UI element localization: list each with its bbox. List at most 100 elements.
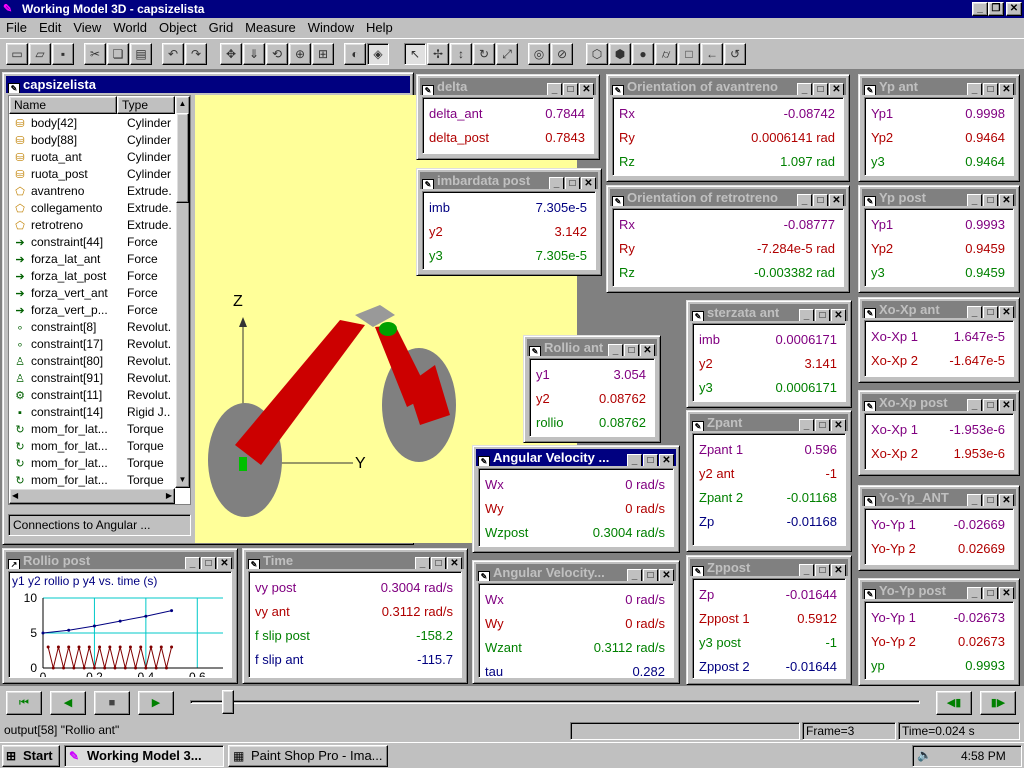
new-file-icon[interactable]: ▭ xyxy=(6,43,28,65)
close-icon[interactable]: ✕ xyxy=(581,177,596,189)
meter-title[interactable]: ✎ Orientation of avantreno _ □ ✕ xyxy=(610,78,846,95)
minimize-icon[interactable]: _ xyxy=(797,194,812,206)
meter-title[interactable]: ✎ Xo-Xp post _ □ ✕ xyxy=(862,394,1016,411)
list-item[interactable]: ➔ forza_lat_post Force xyxy=(13,268,157,285)
app-titlebar[interactable]: ✎ Working Model 3D - capsizelista _ ❐ ✕ xyxy=(0,0,1024,18)
close-icon[interactable]: ✕ xyxy=(217,557,232,569)
meter-title[interactable]: ✎ Yp ant _ □ ✕ xyxy=(862,78,1016,95)
list-item[interactable]: ⬠ retrotreno Extrude. xyxy=(13,217,171,234)
maximize-icon[interactable]: □ xyxy=(983,494,998,506)
cube-tool-icon[interactable]: □ xyxy=(678,43,700,65)
list-item[interactable]: ↻ mom_for_lat... Torque xyxy=(13,421,163,438)
meter-rollio-ant[interactable]: ✎ Rollio ant _ □ ✕ y1 3.054 y2 0.08762 rollio 0.08… xyxy=(523,335,661,443)
resize-tool-icon[interactable]: ⤢ xyxy=(496,43,518,65)
close-icon[interactable]: ✕ xyxy=(831,564,846,576)
shaded-render-icon[interactable]: ◐ xyxy=(344,43,366,65)
meter-imbardata[interactable]: ✎ imbardata post _ □ ✕ imb 7.305e-5 y2 3.142 y3 7.… xyxy=(416,168,602,276)
tape-back-icon[interactable]: ◀▮ xyxy=(936,691,972,715)
menu-edit[interactable]: Edit xyxy=(33,18,67,38)
maximize-icon[interactable]: □ xyxy=(815,564,830,576)
list-item[interactable]: ♙ constraint[80] Revolut. xyxy=(13,353,171,370)
maximize-icon[interactable]: □ xyxy=(643,569,658,581)
play-icon[interactable]: ▶ xyxy=(138,691,174,715)
list-item[interactable]: ⬠ collegamento Extrude. xyxy=(13,200,171,217)
save-disk-icon[interactable]: ▪ xyxy=(52,43,74,65)
meter-title[interactable]: ✎ imbardata post _ □ ✕ xyxy=(420,172,598,189)
maximize-icon[interactable]: □ xyxy=(983,399,998,411)
meter-title[interactable]: ✎ Yo-Yp post _ □ ✕ xyxy=(862,582,1016,599)
split-joint-icon[interactable]: ⊘ xyxy=(551,43,573,65)
meter-title[interactable]: ✎ Yo-Yp_ANT _ □ ✕ xyxy=(862,489,1016,506)
move-tool-icon[interactable]: ✢ xyxy=(427,43,449,65)
meter-title[interactable]: ✎ Zppost _ □ ✕ xyxy=(690,559,848,576)
cluster-tool-icon[interactable]: ⬢ xyxy=(609,43,631,65)
close-icon[interactable]: ✕ xyxy=(831,309,846,321)
meter-sterzata[interactable]: ✎ sterzata ant _ □ ✕ imb 0.0006171 y2 3.141 y3 0.0… xyxy=(686,300,852,408)
close-icon[interactable]: ✕ xyxy=(659,569,674,581)
list-item[interactable]: ∘ constraint[8] Revolut. xyxy=(13,319,171,336)
meter-time[interactable]: ✎ Time _ □ ✕ vy post 0.3004 rad/s vy ant 0.3112 … xyxy=(242,548,468,684)
close-icon[interactable]: ✕ xyxy=(831,419,846,431)
meter-title[interactable]: ✎ delta _ □ ✕ xyxy=(420,78,596,95)
meter-delta[interactable]: ✎ delta _ □ ✕ delta_ant 0.7844 delta_post 0.7843 xyxy=(416,74,600,160)
maximize-icon[interactable]: □ xyxy=(983,306,998,318)
joint-icon[interactable]: ◎ xyxy=(528,43,550,65)
meter-orient-ant[interactable]: ✎ Orientation of avantreno _ □ ✕ Rx -0.08742 Ry… xyxy=(606,74,850,182)
zoom-view-icon[interactable]: ⊕ xyxy=(289,43,311,65)
maximize-icon[interactable]: □ xyxy=(813,194,828,206)
meter-yo-post[interactable]: ✎ Yo-Yp post _ □ ✕ Yo-Yp 1 -0.02673 Yo-Yp 2 0.02… xyxy=(858,578,1020,686)
minimize-icon[interactable]: _ xyxy=(967,83,982,95)
list-item[interactable]: ⛁ body[42] Cylinder xyxy=(13,115,171,132)
task-working-model[interactable]: ✎ Working Model 3... xyxy=(64,745,224,767)
list-item[interactable]: ↻ mom_for_lat... Torque xyxy=(13,455,163,472)
menu-world[interactable]: World xyxy=(107,18,153,38)
meter-title[interactable]: ✎ Angular Velocity... _ □ ✕ xyxy=(476,564,676,581)
column-header-type[interactable]: Type xyxy=(117,96,175,114)
torque-tool-icon[interactable]: ↺ xyxy=(724,43,746,65)
meter-zpant[interactable]: ✎ Zpant _ □ ✕ Zpant 1 0.596 y2 ant -1 Zpant 2 -0.0… xyxy=(686,410,852,552)
meter-xo-ant[interactable]: ✎ Xo-Xp ant _ □ ✕ Xo-Xp 1 1.647e-5 Xo-Xp 2 -1.64… xyxy=(858,297,1020,383)
meter-title[interactable]: ✎ Time _ □ ✕ xyxy=(246,552,464,569)
minimize-icon[interactable]: _ xyxy=(415,557,430,569)
box-tool-icon[interactable]: ⬡ xyxy=(586,43,608,65)
close-icon[interactable]: ✕ xyxy=(999,494,1014,506)
maximize-icon[interactable]: □ xyxy=(643,454,658,466)
model-window[interactable]: ✎ capsizelista Name Type ⛁ body[42] Cylinde… xyxy=(2,72,577,545)
meter-angvel2[interactable]: ✎ Angular Velocity... _ □ ✕ Wx 0 rad/s Wy 0 rad/… xyxy=(472,560,680,684)
timeline-track[interactable] xyxy=(190,700,920,704)
start-button[interactable]: ⊞ Start xyxy=(2,745,60,767)
menu-window[interactable]: Window xyxy=(302,18,360,38)
menu-file[interactable]: File xyxy=(0,18,33,38)
list-item[interactable]: ⚙ constraint[11] Revolut. xyxy=(13,387,171,404)
meter-title[interactable]: ✎ Zpant _ □ ✕ xyxy=(690,414,848,431)
list-hscrollbar[interactable]: ◀ ▶ xyxy=(9,488,175,504)
close-icon[interactable]: ✕ xyxy=(659,454,674,466)
close-icon[interactable]: ✕ xyxy=(447,557,462,569)
minimize-icon[interactable]: _ xyxy=(799,564,814,576)
rewind-icon[interactable]: ⏮ xyxy=(6,691,42,715)
minimize-icon[interactable]: _ xyxy=(547,83,562,95)
scroll-thumb[interactable] xyxy=(176,113,189,203)
wireframe-render-icon[interactable]: ◈ xyxy=(367,43,389,65)
pan-down-icon[interactable]: ⇓ xyxy=(243,43,265,65)
vertical-move-icon[interactable]: ↕ xyxy=(450,43,472,65)
minimize-icon[interactable]: _ xyxy=(972,2,988,16)
rollio-post-window[interactable]: ↗ Rollio post _ □ ✕ y1 y2 rollio p y4 vs. ti… xyxy=(2,548,238,684)
move-view-icon[interactable]: ✥ xyxy=(220,43,242,65)
rollio-post-title[interactable]: ↗ Rollio post _ □ ✕ xyxy=(6,552,234,569)
maximize-icon[interactable]: □ xyxy=(565,177,580,189)
menu-object[interactable]: Object xyxy=(153,18,203,38)
open-folder-icon[interactable]: ▱ xyxy=(29,43,51,65)
maximize-icon[interactable]: □ xyxy=(983,194,998,206)
list-item[interactable]: ▪ constraint[14] Rigid J.. xyxy=(13,404,170,421)
meter-title[interactable]: ✎ Rollio ant _ □ ✕ xyxy=(527,339,657,356)
minimize-icon[interactable]: _ xyxy=(967,194,982,206)
timeline-slider-handle[interactable] xyxy=(222,690,234,714)
rotate-view-icon[interactable]: ⟲ xyxy=(266,43,288,65)
rotate-tool-icon[interactable]: ↻ xyxy=(473,43,495,65)
list-item[interactable]: ➔ forza_vert_p... Force xyxy=(13,302,157,319)
tape-forward-icon[interactable]: ▮▶ xyxy=(980,691,1016,715)
meter-orient-retro[interactable]: ✎ Orientation of retrotreno _ □ ✕ Rx -0.08777 R… xyxy=(606,185,850,293)
pointer-icon[interactable]: ↖ xyxy=(404,43,426,65)
cut-icon[interactable]: ✂ xyxy=(84,43,106,65)
